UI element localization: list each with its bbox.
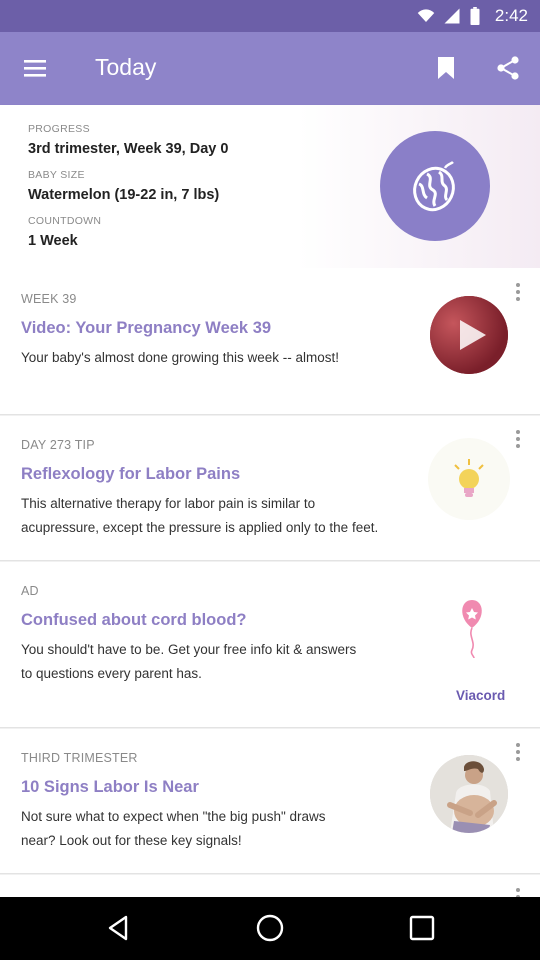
play-icon [460,320,486,350]
lightbulb-icon [428,438,510,520]
page-title: Today [95,54,157,80]
feed-card-video[interactable]: WEEK 39 Video: Your Pregnancy Week 39 Yo… [0,268,540,415]
progress-label: PROGRESS [28,123,90,135]
card-kicker: WEEK 39 [21,292,77,306]
feed-list[interactable]: WEEK 39 Video: Your Pregnancy Week 39 Yo… [0,268,540,897]
feed-card-partial[interactable] [0,875,540,897]
more-options-icon[interactable] [508,885,528,897]
battery-icon [469,7,487,26]
more-options-icon[interactable] [508,427,528,451]
card-body: This alternative therapy for labor pain … [21,492,416,540]
card-headline[interactable]: 10 Signs Labor Is Near [21,778,199,797]
feed-card-article[interactable]: THIRD TRIMESTER 10 Signs Labor Is Near N… [0,729,540,874]
feed-card-tip[interactable]: DAY 273 TIP Reflexology for Labor Pains … [0,416,540,561]
wifi-icon [417,7,435,25]
card-kicker: THIRD TRIMESTER [21,751,138,765]
card-body-line: to questions every parent has. [21,666,202,681]
card-body: You should't have to be. Get your free i… [21,638,416,686]
card-body-line: acupressure, except the pressure is appl… [21,520,379,535]
status-bar: 2:42 [0,0,540,32]
countdown-label: COUNTDOWN [28,215,102,227]
watermelon-icon[interactable] [380,131,490,241]
app-bar: Today [0,32,540,105]
share-icon[interactable] [490,50,526,86]
home-icon[interactable] [252,913,288,943]
feed-card-ad[interactable]: AD Confused about cord blood? You should… [0,562,540,728]
card-body-line: Not sure what to expect when "the big pu… [21,809,326,824]
card-body: Your baby's almost done growing this wee… [21,350,339,365]
back-icon[interactable] [100,913,136,943]
card-kicker: DAY 273 TIP [21,438,95,452]
countdown-value: 1 Week [28,233,78,249]
system-nav-bar [0,897,540,960]
baby-size-label: BABY SIZE [28,169,85,181]
card-body-line: This alternative therapy for labor pain … [21,496,316,511]
card-kicker: AD [21,584,39,598]
video-thumbnail[interactable] [430,296,508,374]
status-time: 2:42 [494,6,528,25]
card-headline[interactable]: Video: Your Pregnancy Week 39 [21,319,271,338]
more-options-icon[interactable] [508,740,528,764]
recents-icon[interactable] [404,913,440,943]
progress-value: 3rd trimester, Week 39, Day 0 [28,141,229,157]
menu-icon[interactable] [14,50,58,86]
article-photo[interactable] [430,755,508,833]
more-options-icon[interactable] [508,280,528,304]
balloon-icon [452,596,492,660]
signal-icon [443,7,461,25]
bookmark-icon[interactable] [428,50,464,86]
card-headline[interactable]: Confused about cord blood? [21,611,246,630]
card-body-line: You should't have to be. Get your free i… [21,642,357,657]
card-body-line: near? Look out for these key signals! [21,833,242,848]
card-body: Not sure what to expect when "the big pu… [21,805,416,853]
ad-sponsor-link[interactable]: Viacord [456,688,505,703]
baby-size-value: Watermelon (19-22 in, 7 lbs) [28,187,220,203]
card-headline[interactable]: Reflexology for Labor Pains [21,465,240,484]
